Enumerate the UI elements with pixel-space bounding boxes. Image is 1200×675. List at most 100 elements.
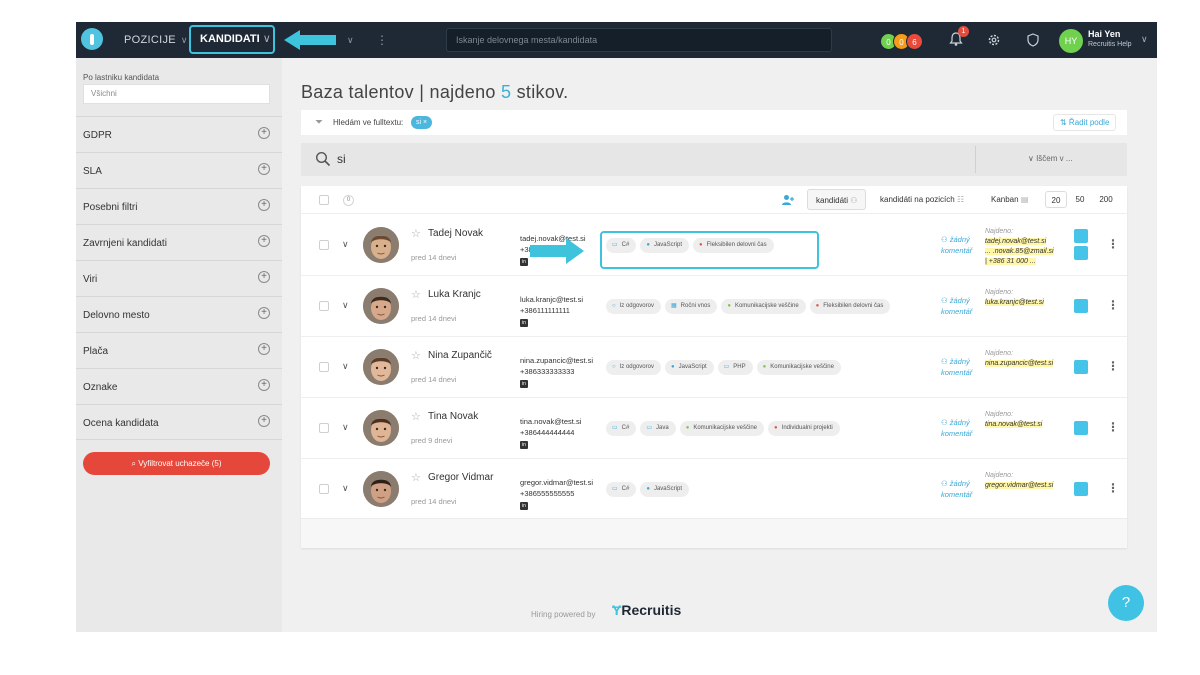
- view-positions-button[interactable]: kandidáti na pozicích ☷: [872, 189, 972, 210]
- skill-tag[interactable]: ▦ Ročni vnos: [664, 299, 718, 314]
- candidate-name[interactable]: Nina Zupančič: [428, 350, 492, 361]
- row-checkbox[interactable]: [319, 362, 329, 372]
- chevron-down-icon[interactable]: ∨: [342, 361, 349, 372]
- plus-circle-icon[interactable]: +: [258, 343, 270, 355]
- cv-document-icon[interactable]: [1074, 229, 1088, 243]
- row-more-menu-icon[interactable]: ⋮: [1107, 359, 1119, 373]
- filter-section-salary[interactable]: Plača +: [76, 332, 282, 368]
- candidate-name[interactable]: Luka Kranjc: [428, 289, 481, 300]
- search-query[interactable]: si: [337, 152, 346, 166]
- cv-document-icon[interactable]: [1074, 482, 1088, 496]
- table-row[interactable]: ∨ ☆ Tadej Novak pred 14 dnevi tadej.novak@te…: [301, 215, 1127, 276]
- cv-document-icon[interactable]: [1074, 421, 1088, 435]
- row-more-menu-icon[interactable]: ⋮: [1107, 237, 1119, 251]
- candidate-phone[interactable]: +386444444444: [520, 428, 574, 437]
- plus-circle-icon[interactable]: +: [258, 163, 270, 175]
- nav-more-menu-icon[interactable]: ⋮: [376, 22, 388, 58]
- favorite-star-icon[interactable]: ☆: [411, 288, 421, 301]
- skill-tag[interactable]: ● Komunikacijske veščine: [721, 299, 806, 314]
- comment-link[interactable]: ⚇ žádný komentář: [941, 478, 981, 500]
- user-name[interactable]: Hai Yen: [1088, 29, 1120, 39]
- favorite-star-icon[interactable]: ☆: [411, 227, 421, 240]
- row-checkbox[interactable]: [319, 423, 329, 433]
- skill-tag[interactable]: ○ Iz odgovorov: [606, 299, 661, 314]
- candidate-avatar[interactable]: [363, 410, 399, 446]
- page-size-50[interactable]: 50: [1069, 191, 1091, 208]
- skill-tag[interactable]: ▭ PHP: [717, 360, 753, 375]
- linkedin-icon[interactable]: in: [520, 319, 528, 327]
- skill-tag[interactable]: ● JavaScript: [664, 360, 714, 375]
- filter-section-position[interactable]: Delovno mesto +: [76, 296, 282, 332]
- linkedin-icon[interactable]: in: [520, 380, 528, 388]
- filter-section-tags[interactable]: Oznake +: [76, 368, 282, 404]
- table-row[interactable]: ∨ ☆ Luka Kranjc pred 14 dnevi luka.kranjc@te…: [301, 276, 1127, 337]
- table-row[interactable]: ∨ ☆ Tina Novak pred 9 dnevi tina.novak@test.…: [301, 398, 1127, 459]
- filter-section-special[interactable]: Posebni filtri +: [76, 188, 282, 224]
- skill-tag[interactable]: ● Individualni projekti: [768, 421, 840, 436]
- candidate-email[interactable]: nina.zupancic@test.si: [520, 356, 593, 365]
- table-row[interactable]: ∨ ☆ Nina Zupančič pred 14 dnevi nina.zupanci…: [301, 337, 1127, 398]
- apply-filter-button[interactable]: ⌕ Vyfiltrovat uchazeče (5): [83, 452, 270, 475]
- search-in-dropdown[interactable]: ∨ Iščem v ...: [1028, 154, 1073, 163]
- help-button[interactable]: ?: [1108, 585, 1144, 621]
- candidate-search-bar[interactable]: si ∨ Iščem v ...: [301, 143, 1127, 176]
- candidate-avatar[interactable]: [363, 471, 399, 507]
- view-kanban-button[interactable]: Kanban ▤: [983, 189, 1036, 210]
- row-more-menu-icon[interactable]: ⋮: [1107, 481, 1119, 495]
- skill-tag[interactable]: ▭ C#: [606, 482, 637, 497]
- plus-circle-icon[interactable]: +: [258, 307, 270, 319]
- recruitis-logo-icon[interactable]: [81, 28, 103, 50]
- comment-link[interactable]: ⚇ žádný komentář: [941, 295, 981, 317]
- cv-document-icon[interactable]: [1074, 299, 1088, 313]
- comment-link[interactable]: ⚇ žádný komentář: [941, 356, 981, 378]
- recruitis-brand-logo[interactable]: ɎRecruitis: [612, 602, 681, 618]
- linkedin-icon[interactable]: in: [520, 502, 528, 510]
- chevron-down-icon[interactable]: ∨: [342, 300, 349, 311]
- comment-link[interactable]: ⚇ žádný komentář: [941, 417, 981, 439]
- filter-section-rating[interactable]: Ocena kandidata +: [76, 404, 282, 440]
- plus-circle-icon[interactable]: +: [258, 271, 270, 283]
- gear-icon[interactable]: [987, 33, 1001, 47]
- candidate-name[interactable]: Gregor Vidmar: [428, 472, 493, 483]
- candidate-email[interactable]: tina.novak@test.si: [520, 417, 581, 426]
- row-checkbox[interactable]: [319, 301, 329, 311]
- cv-document-icon[interactable]: [1074, 360, 1088, 374]
- chevron-down-icon[interactable]: ∨: [342, 422, 349, 433]
- filter-section-sources[interactable]: Viri +: [76, 260, 282, 296]
- skill-tag[interactable]: ○ Iz odgovorov: [606, 360, 661, 375]
- page-size-20[interactable]: 20: [1045, 191, 1067, 208]
- select-all-checkbox[interactable]: [319, 195, 329, 205]
- candidate-name[interactable]: Tadej Novak: [428, 228, 483, 239]
- skill-tag[interactable]: ● Fleksibilen delovni čas: [809, 299, 891, 314]
- candidate-avatar[interactable]: [363, 349, 399, 385]
- row-checkbox[interactable]: [319, 484, 329, 494]
- plus-circle-icon[interactable]: +: [258, 127, 270, 139]
- plus-circle-icon[interactable]: +: [258, 235, 270, 247]
- chevron-down-icon[interactable]: ∨: [342, 239, 349, 250]
- linkedin-icon[interactable]: in: [520, 258, 528, 266]
- row-more-menu-icon[interactable]: ⋮: [1107, 420, 1119, 434]
- candidate-email[interactable]: gregor.vidmar@test.si: [520, 478, 593, 487]
- cv-document-icon[interactable]: [1074, 246, 1088, 260]
- comment-link[interactable]: ⚇ žádný komentář: [941, 234, 981, 256]
- row-more-menu-icon[interactable]: ⋮: [1107, 298, 1119, 312]
- linkedin-icon[interactable]: in: [520, 441, 528, 449]
- plus-circle-icon[interactable]: +: [258, 199, 270, 211]
- page-size-200[interactable]: 200: [1095, 191, 1117, 208]
- skill-tag[interactable]: ● JavaScript: [640, 482, 689, 497]
- candidate-avatar[interactable]: [363, 288, 399, 324]
- chevron-down-icon[interactable]: ∨: [342, 483, 349, 494]
- global-search-input[interactable]: Iskanje delovnega mesta/kandidata: [446, 28, 832, 52]
- filter-section-rejected[interactable]: Zavrnjeni kandidati +: [76, 224, 282, 260]
- filter-section-sla[interactable]: SLA +: [76, 152, 282, 188]
- skill-tag[interactable]: ▭ Java: [640, 421, 676, 436]
- candidate-phone[interactable]: +386333333333: [520, 367, 574, 376]
- plus-circle-icon[interactable]: +: [258, 415, 270, 427]
- nav-more-chevron[interactable]: ∨: [342, 22, 354, 58]
- candidate-avatar[interactable]: [363, 227, 399, 263]
- plus-circle-icon[interactable]: +: [258, 379, 270, 391]
- fulltext-chip[interactable]: si ×: [411, 116, 433, 129]
- candidate-phone[interactable]: +386111111111: [520, 306, 570, 315]
- status-counters[interactable]: 006: [880, 32, 923, 50]
- add-person-icon[interactable]: [781, 193, 795, 207]
